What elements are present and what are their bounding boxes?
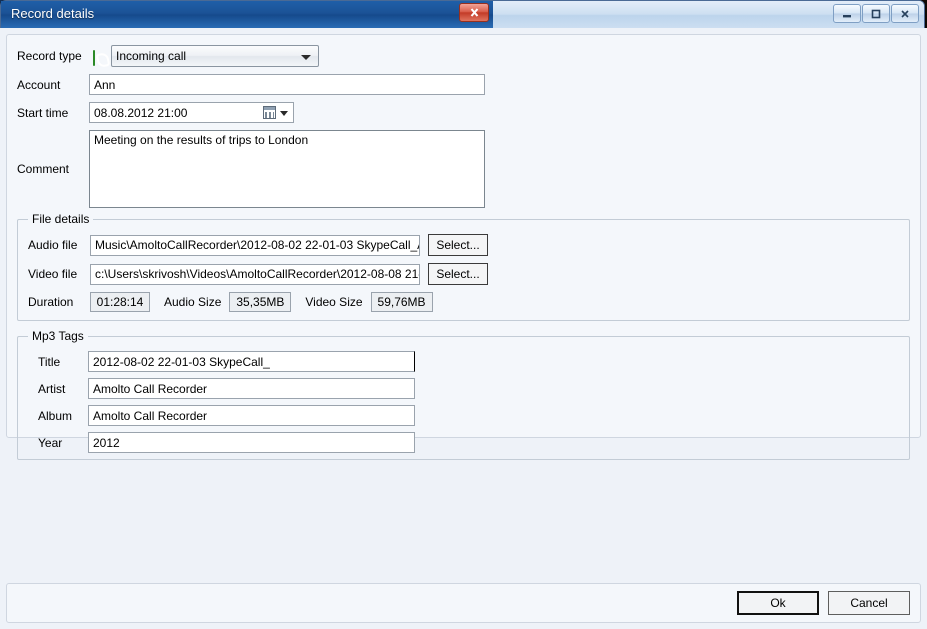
dialog-close-button[interactable] bbox=[459, 3, 489, 22]
record-details-dialog: Record details Record type Incoming call… bbox=[0, 0, 927, 629]
start-time-datetime-picker[interactable]: 08.08.2012 21:00 bbox=[89, 102, 294, 123]
mp3-artist-input[interactable]: Amolto Call Recorder bbox=[88, 378, 415, 399]
field-account: Account Ann bbox=[17, 74, 910, 95]
video-file-label: Video file bbox=[28, 267, 78, 281]
field-video-file: Video file c:\Users\skrivosh\Videos\Amol… bbox=[28, 263, 899, 285]
calendar-icon bbox=[263, 106, 276, 119]
field-audio-file: Audio file Music\AmoltoCallRecorder\2012… bbox=[28, 234, 899, 256]
chevron-down-icon bbox=[301, 55, 311, 60]
mp3-year-label: Year bbox=[38, 435, 63, 450]
field-comment: Comment Meeting on the results of trips … bbox=[17, 130, 910, 208]
field-record-type: Record type Incoming call bbox=[17, 45, 910, 67]
video-file-select-button[interactable]: Select... bbox=[428, 263, 488, 285]
dialog-content-panel: Record type Incoming call Account Ann St… bbox=[6, 34, 921, 460]
record-type-phone-icon bbox=[93, 50, 109, 67]
duration-label: Duration bbox=[28, 295, 74, 309]
ok-button[interactable]: Ok bbox=[737, 591, 819, 615]
minimize-button[interactable] bbox=[833, 4, 861, 23]
dialog-titlebar[interactable]: Record details bbox=[1, 1, 493, 29]
audio-file-label: Audio file bbox=[28, 238, 78, 252]
close-button[interactable] bbox=[891, 4, 919, 23]
chevron-down-icon bbox=[280, 111, 288, 116]
field-start-time: Start time 08.08.2012 21:00 bbox=[17, 102, 910, 123]
mp3-album-input[interactable]: Amolto Call Recorder bbox=[88, 405, 415, 426]
field-mp3-artist: Artist Amolto Call Recorder bbox=[28, 378, 899, 399]
mp3-tags-group: Mp3 Tags Title 2012-08-02 22-01-03 Skype… bbox=[17, 329, 910, 460]
field-mp3-title: Title 2012-08-02 22-01-03 SkypeCall_ bbox=[28, 351, 899, 372]
account-label: Account bbox=[17, 77, 61, 92]
video-size-label: Video Size bbox=[305, 295, 363, 309]
dialog-body: Record type Incoming call Account Ann St… bbox=[0, 28, 927, 629]
dialog-window-controls bbox=[459, 3, 489, 22]
record-type-label: Record type bbox=[17, 49, 82, 63]
account-input[interactable]: Ann bbox=[89, 74, 485, 95]
history-window-controls bbox=[833, 4, 919, 23]
start-time-label: Start time bbox=[17, 105, 69, 120]
mp3-year-input[interactable]: 2012 bbox=[88, 432, 415, 453]
audio-file-input[interactable]: Music\AmoltoCallRecorder\2012-08-02 22-0… bbox=[90, 234, 420, 256]
file-details-legend: File details bbox=[32, 212, 90, 226]
cancel-button[interactable]: Cancel bbox=[828, 591, 910, 615]
field-mp3-album: Album Amolto Call Recorder bbox=[28, 405, 899, 426]
dialog-title: Record details bbox=[11, 6, 95, 21]
comment-textarea[interactable]: Meeting on the results of trips to Londo… bbox=[89, 130, 485, 208]
field-mp3-year: Year 2012 bbox=[28, 432, 899, 453]
mp3-title-label: Title bbox=[38, 354, 61, 369]
record-type-select[interactable]: Incoming call bbox=[111, 45, 319, 67]
audio-file-select-button[interactable]: Select... bbox=[428, 234, 488, 256]
file-details-group: File details Audio file Music\AmoltoCall… bbox=[17, 212, 910, 321]
mp3-tags-legend: Mp3 Tags bbox=[32, 329, 84, 343]
mp3-album-label: Album bbox=[38, 408, 73, 423]
dialog-footer: Ok Cancel bbox=[6, 583, 921, 623]
start-time-value: 08.08.2012 21:00 bbox=[94, 105, 188, 120]
duration-value: 01:28:14 bbox=[90, 292, 150, 312]
audio-size-value: 35,35MB bbox=[229, 292, 292, 312]
field-sizes-row: Duration 01:28:14 Audio Size 35,35MB Vid… bbox=[28, 292, 899, 312]
record-type-value: Incoming call bbox=[116, 49, 187, 63]
maximize-button[interactable] bbox=[862, 4, 890, 23]
mp3-artist-label: Artist bbox=[38, 381, 66, 396]
audio-size-label: Audio Size bbox=[164, 295, 222, 309]
video-file-input[interactable]: c:\Users\skrivosh\Videos\AmoltoCallRecor… bbox=[90, 263, 420, 285]
mp3-title-input[interactable]: 2012-08-02 22-01-03 SkypeCall_ bbox=[88, 351, 415, 372]
comment-label: Comment bbox=[17, 162, 70, 176]
video-size-value: 59,76MB bbox=[370, 292, 433, 312]
